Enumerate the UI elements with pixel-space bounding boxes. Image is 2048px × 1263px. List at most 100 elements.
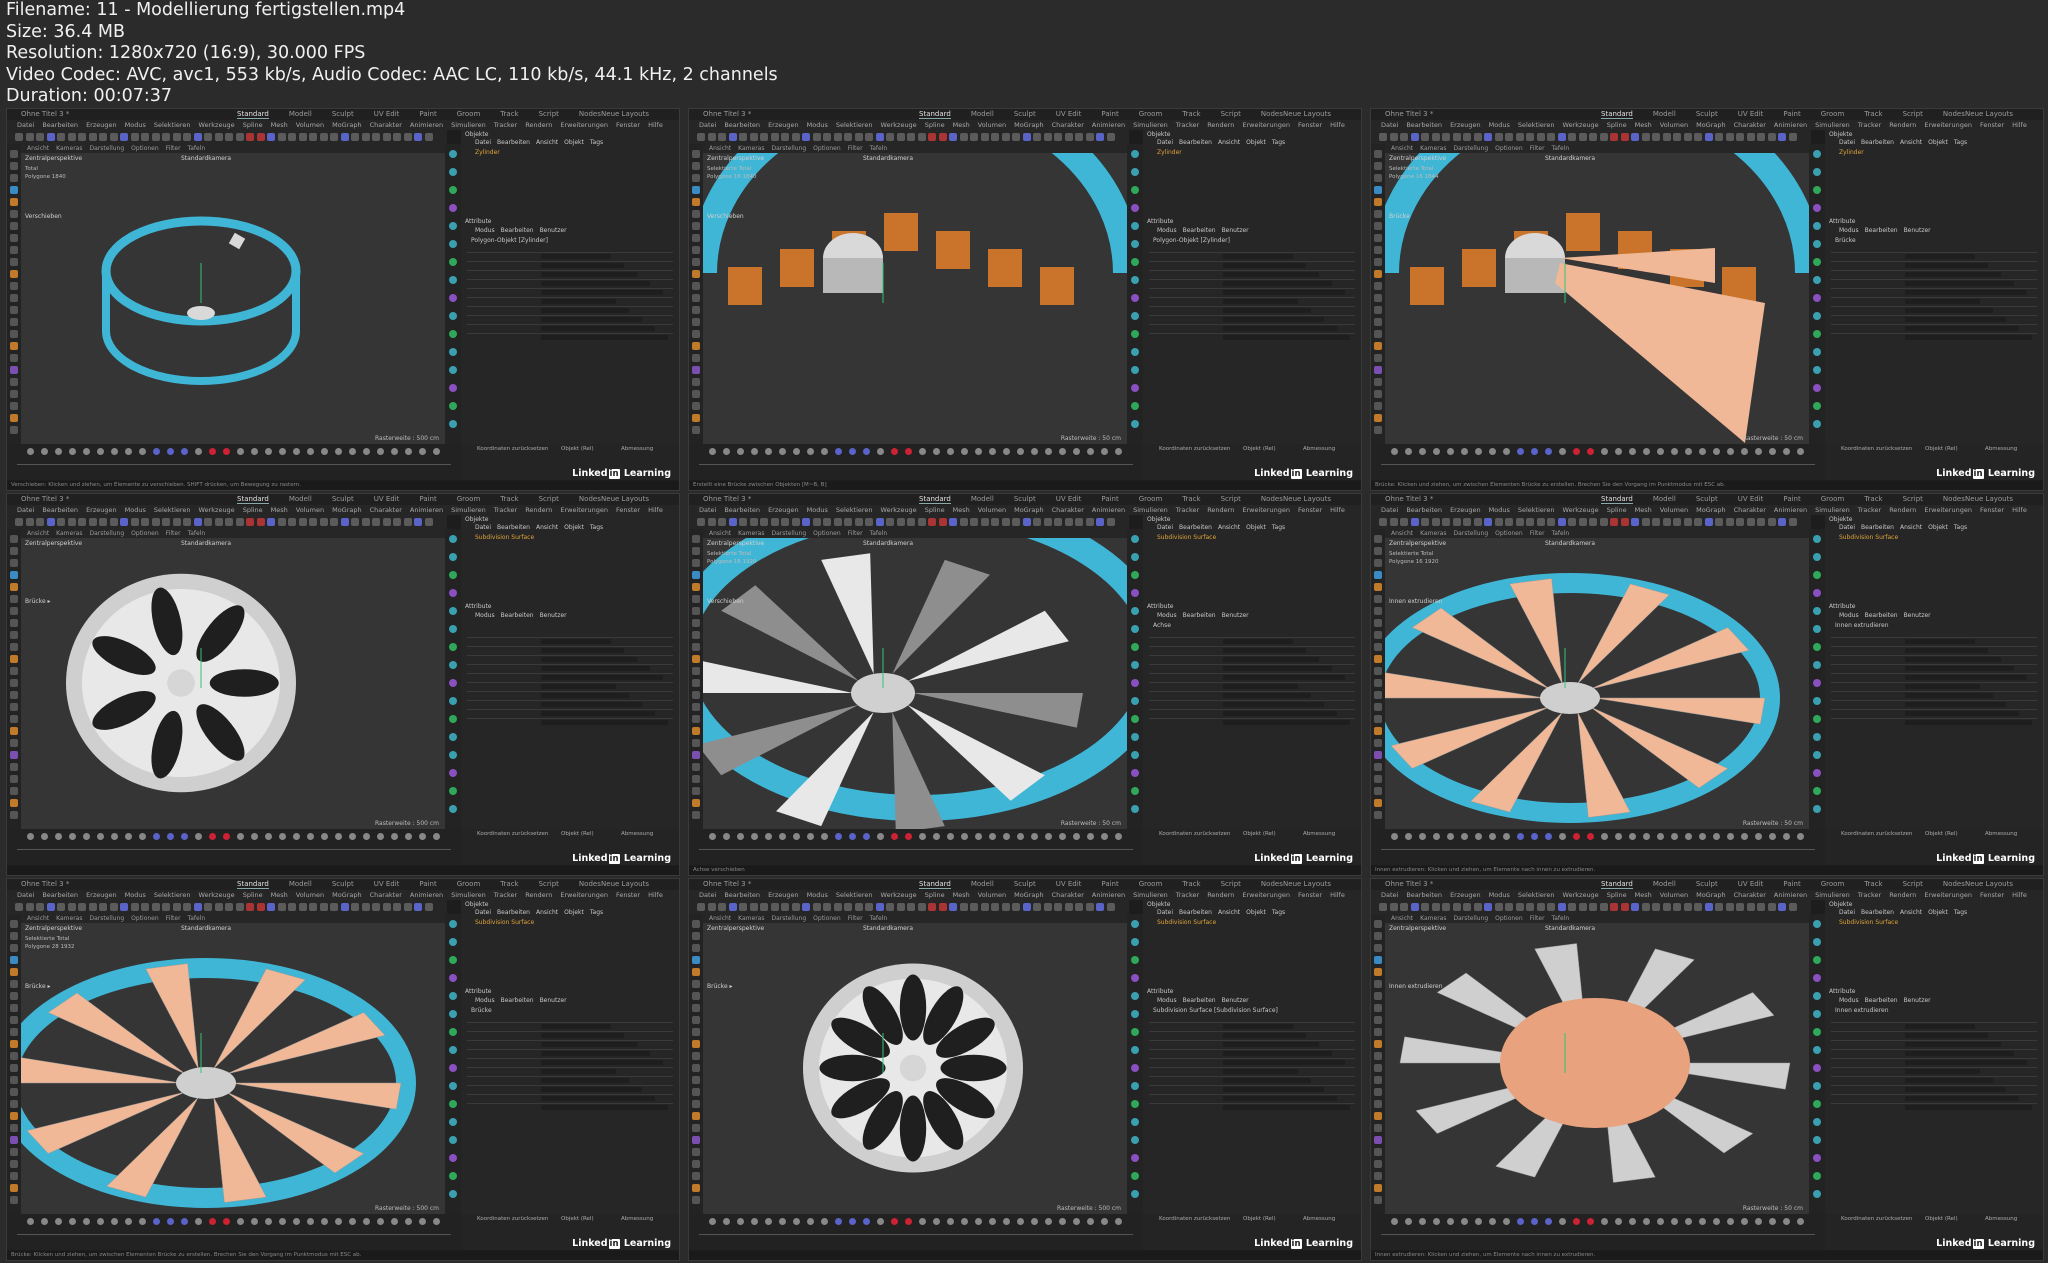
tool-icon[interactable] [1484, 518, 1492, 526]
playback-button[interactable] [751, 833, 758, 840]
tool-icon[interactable] [1374, 643, 1382, 651]
tab-paint[interactable]: Paint [1101, 110, 1118, 118]
menu-item[interactable]: Datei [1381, 506, 1398, 514]
menu-item[interactable]: Rendern [1207, 121, 1234, 129]
attribute-field[interactable] [1223, 1051, 1332, 1056]
tool-icon[interactable] [1610, 518, 1618, 526]
tool-icon[interactable] [246, 518, 254, 526]
attribute-field[interactable] [541, 317, 642, 322]
attributes-menu-item[interactable]: Modus [1157, 997, 1177, 1004]
create-icon[interactable] [1131, 1064, 1139, 1072]
attribute-field[interactable] [541, 299, 616, 304]
tool-icon[interactable] [692, 174, 700, 182]
create-icon[interactable] [1131, 168, 1139, 176]
tool-icon[interactable] [692, 775, 700, 783]
timeline-bar[interactable] [1381, 1234, 1815, 1235]
tab-paint[interactable]: Paint [1101, 495, 1118, 503]
create-icon[interactable] [1813, 1046, 1821, 1054]
document-tab[interactable]: Ohne Titel 3 * [1385, 495, 1451, 503]
tool-icon[interactable] [692, 342, 700, 350]
viewport-menu-item[interactable]: Darstellung [89, 145, 124, 152]
tool-icon[interactable] [256, 903, 265, 911]
playback-button[interactable] [1059, 448, 1066, 455]
dimensions-select[interactable]: Abmessung [1303, 831, 1335, 837]
attribute-field[interactable] [1223, 648, 1306, 653]
menu-item[interactable]: Volumen [1660, 121, 1688, 129]
create-icon[interactable] [449, 1172, 457, 1180]
playback-button[interactable] [69, 833, 76, 840]
reset-coordinates-button[interactable]: Koordinaten zurücksetzen [1159, 831, 1230, 837]
tool-icon[interactable] [692, 799, 700, 807]
viewport-menu-item[interactable]: Optionen [813, 145, 841, 152]
attribute-field[interactable] [1223, 1042, 1319, 1047]
playback-button[interactable] [209, 448, 216, 455]
objects-menu-item[interactable]: Datei [475, 524, 491, 531]
tool-icon[interactable] [692, 655, 700, 663]
object-item[interactable]: Subdivision Surface [475, 534, 534, 541]
playback-button[interactable] [1685, 448, 1692, 455]
tab-standard[interactable]: Standard [237, 110, 269, 119]
playback-button[interactable] [975, 448, 982, 455]
create-icon[interactable] [449, 992, 457, 1000]
viewport[interactable]: Zentralperspektive Standardkamera Selektie… [21, 923, 445, 1214]
playback-button[interactable] [1475, 833, 1482, 840]
playback-button[interactable] [251, 1218, 258, 1225]
tool-icon[interactable] [277, 518, 286, 526]
playback-button[interactable] [1405, 448, 1412, 455]
tool-icon[interactable] [980, 903, 989, 911]
menu-item[interactable]: Modus [1489, 891, 1510, 899]
tool-icon[interactable] [692, 944, 700, 952]
menu-item[interactable]: Spline [1607, 121, 1627, 129]
create-icon[interactable] [449, 920, 457, 928]
menu-item[interactable]: Tracker [1858, 506, 1881, 514]
playback-button[interactable] [919, 1218, 926, 1225]
create-icon[interactable] [1813, 276, 1821, 284]
tool-icon[interactable] [854, 133, 863, 141]
create-icon[interactable] [1813, 625, 1821, 633]
tab-modell[interactable]: Modell [1653, 880, 1676, 888]
playback-button[interactable] [1073, 448, 1080, 455]
tab-groom[interactable]: Groom [1139, 495, 1163, 503]
tab-modell[interactable]: Modell [1653, 110, 1676, 118]
create-icon[interactable] [1813, 661, 1821, 669]
tool-icon[interactable] [1442, 903, 1450, 911]
objects-menu-item[interactable]: Bearbeiten [497, 909, 530, 916]
menu-item[interactable]: Charakter [370, 506, 402, 514]
tool-icon[interactable] [172, 903, 181, 911]
tool-icon[interactable] [256, 518, 265, 526]
playback-button[interactable] [139, 833, 146, 840]
create-icon[interactable] [1813, 420, 1821, 428]
viewport-menu-item[interactable]: Optionen [813, 530, 841, 537]
attribute-field[interactable] [1905, 1096, 2019, 1101]
playback-button[interactable] [27, 448, 34, 455]
playback-button[interactable] [83, 448, 90, 455]
menu-item[interactable]: Bearbeiten [1406, 891, 1442, 899]
objects-menu-item[interactable]: Objekt [564, 909, 584, 916]
playback-button[interactable] [1699, 1218, 1706, 1225]
playback-button[interactable] [1045, 448, 1052, 455]
tool-icon[interactable] [340, 133, 349, 141]
tool-icon[interactable] [130, 133, 139, 141]
create-icon[interactable] [1131, 240, 1139, 248]
menu-item[interactable]: Selektieren [836, 891, 873, 899]
menu-item[interactable]: Erzeugen [86, 506, 117, 514]
create-icon[interactable] [1131, 1190, 1139, 1198]
tool-icon[interactable] [298, 133, 307, 141]
tool-icon[interactable] [10, 1028, 18, 1036]
playback-button[interactable] [139, 1218, 146, 1225]
playback-button[interactable] [835, 833, 842, 840]
viewport-menu-item[interactable]: Darstellung [1453, 145, 1488, 152]
tool-icon[interactable] [1505, 518, 1513, 526]
menu-item[interactable]: Modus [807, 121, 828, 129]
tool-icon[interactable] [833, 133, 842, 141]
screenshot-thumbnail[interactable]: Ohne Titel 3 * Standard Modell Sculpt UV Edi… [688, 878, 1362, 1261]
tool-icon[interactable] [1012, 518, 1020, 526]
create-icon[interactable] [449, 1154, 457, 1162]
create-icon[interactable] [1813, 1064, 1821, 1072]
tool-icon[interactable] [1673, 518, 1681, 526]
playback-button[interactable] [1447, 1218, 1454, 1225]
playback-button[interactable] [1503, 448, 1510, 455]
tool-icon[interactable] [692, 1100, 700, 1108]
tab-standard[interactable]: Standard [919, 880, 951, 889]
tool-icon[interactable] [1022, 903, 1031, 911]
